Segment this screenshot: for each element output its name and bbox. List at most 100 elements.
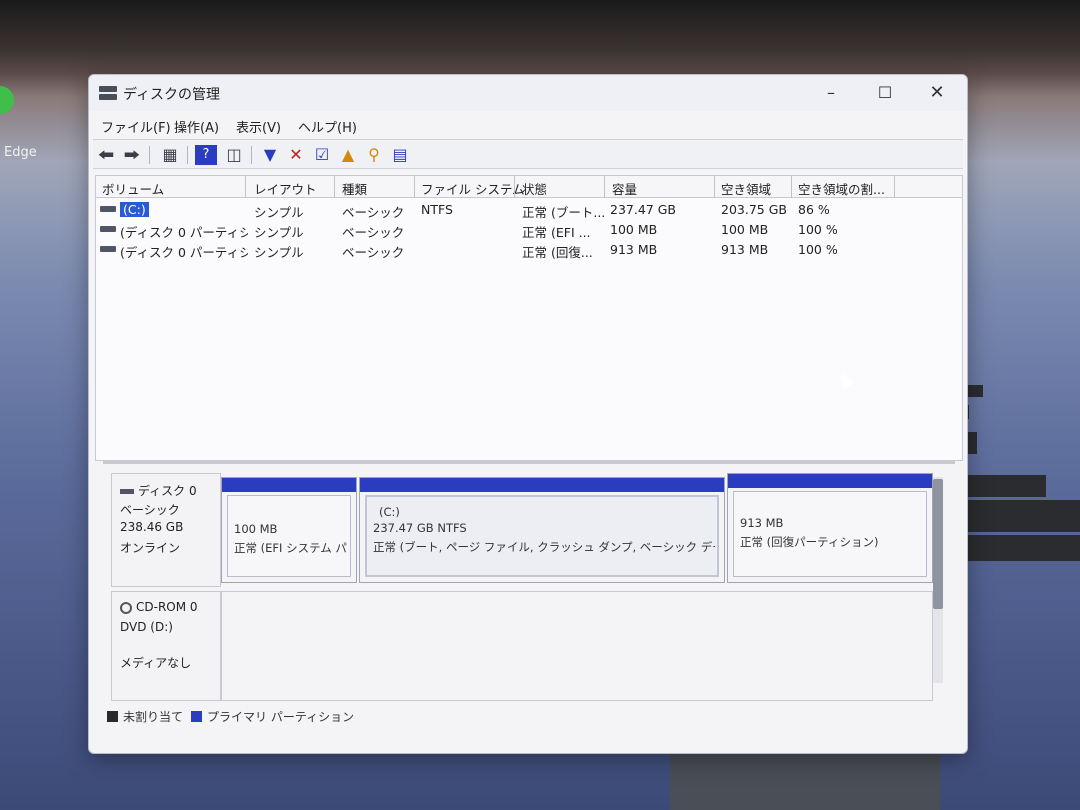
disk-0-label[interactable]: ディスク 0 ベーシック 238.46 GB オンライン — [111, 473, 221, 587]
volume-name: (ディスク 0 パーティショ... — [120, 245, 248, 260]
partition-size: 237.47 GB NTFS — [373, 521, 467, 535]
partition-bar — [360, 478, 724, 492]
column-layout[interactable]: レイアウト — [254, 179, 317, 198]
back-arrow-icon[interactable]: 🠰 — [95, 145, 117, 165]
menu-view[interactable]: 表示(V) — [236, 117, 281, 136]
volume-row[interactable]: (C:) シンプル ベーシック NTFS 正常 (ブート... 237.47 G… — [96, 200, 962, 220]
disk-name: ディスク 0 — [138, 484, 197, 498]
column-separator — [894, 176, 895, 198]
column-free-space[interactable]: 空き領域 — [721, 179, 771, 198]
disk-type: ベーシック — [120, 503, 180, 517]
volume-name: (ディスク 0 パーティショ... — [120, 225, 248, 240]
partition-efi[interactable]: 100 MB 正常 (EFI システム パー — [221, 477, 357, 583]
partition-bar — [728, 474, 932, 488]
help-icon[interactable]: ? — [195, 145, 217, 165]
settings-icon[interactable]: ▤ — [389, 145, 411, 165]
volume-row[interactable]: (ディスク 0 パーティショ... シンプル ベーシック 正常 (回復... 9… — [96, 240, 962, 260]
check-icon[interactable]: ☑ — [311, 145, 333, 165]
disk-status: オンライン — [120, 541, 181, 555]
menu-bar: ファイル(F) 操作(A) 表示(V) ヘルプ(H) — [89, 113, 967, 137]
title-bar[interactable]: ディスクの管理 – ☐ ✕ — [89, 75, 967, 111]
menu-file[interactable]: ファイル(F) — [101, 117, 171, 136]
volume-free-space: 203.75 GB — [721, 202, 787, 217]
column-type[interactable]: 種類 — [342, 179, 367, 198]
connect-icon[interactable]: ▼ — [259, 145, 281, 165]
legend: 未割り当て プライマリ パーティション — [107, 707, 507, 727]
partition-status: 正常 (EFI システム パー — [234, 541, 348, 555]
cdrom-status: メディアなし — [120, 656, 192, 670]
partition-c[interactable]: (C:) 237.47 GB NTFS 正常 (ブート, ページ ファイル, ク… — [359, 477, 725, 583]
volume-icon — [100, 246, 116, 252]
partition-title: (C:) — [379, 505, 400, 519]
disk-map-scroll-thumb[interactable] — [933, 479, 943, 609]
cdrom-name: CD-ROM 0 — [136, 600, 198, 614]
partition-body: 100 MB 正常 (EFI システム パー — [227, 495, 351, 577]
pane-splitter[interactable] — [103, 461, 955, 464]
volume-capacity: 100 MB — [610, 222, 658, 237]
volume-capacity: 913 MB — [610, 242, 658, 257]
volume-name: (C:) — [120, 202, 149, 217]
column-separator — [414, 176, 415, 198]
edge-desktop-label[interactable]: Edge — [4, 145, 37, 160]
cdrom-area[interactable] — [221, 591, 933, 701]
background-pier — [950, 500, 1080, 532]
search-icon[interactable]: ⚲ — [363, 145, 385, 165]
disk-size: 238.46 GB — [120, 520, 184, 534]
volume-free-space: 100 MB — [721, 222, 769, 237]
forward-arrow-icon[interactable]: 🠲 — [121, 145, 143, 165]
disk-management-icon — [99, 86, 117, 100]
column-volume[interactable]: ボリューム — [102, 179, 164, 198]
column-status[interactable]: 状態 — [522, 179, 547, 198]
edge-app-icon[interactable] — [0, 86, 14, 114]
legend-primary: プライマリ パーティション — [207, 710, 355, 724]
volume-type: ベーシック — [342, 225, 405, 240]
column-free-percent[interactable]: 空き領域の割... — [798, 179, 885, 198]
console-view-icon[interactable]: ◫ — [223, 145, 245, 165]
delete-icon[interactable]: ✕ — [285, 145, 307, 165]
partition-status: 正常 (ブート, ページ ファイル, クラッシュ ダンプ, ベーシック データ … — [373, 540, 715, 554]
column-separator — [791, 176, 792, 198]
toolbar: 🠰 🠲 ▦ ? ◫ ▼ ✕ ☑ ▲ ⚲ ▤ — [93, 139, 963, 169]
column-separator — [514, 176, 515, 198]
partition-body: 913 MB 正常 (回復パーティション) — [733, 491, 927, 577]
legend-swatch-unallocated — [107, 711, 118, 722]
volume-list: ボリューム レイアウト 種類 ファイル システム 状態 容量 空き領域 空き領域… — [95, 175, 963, 461]
menu-action[interactable]: 操作(A) — [174, 117, 219, 136]
minimize-button[interactable]: – — [815, 81, 847, 105]
toolbar-separator — [187, 146, 188, 164]
maximize-button[interactable]: ☐ — [869, 81, 901, 105]
import-icon[interactable]: ▲ — [337, 145, 359, 165]
volume-free-percent: 100 % — [798, 222, 838, 237]
volume-icon — [100, 206, 116, 212]
legend-swatch-primary — [191, 711, 202, 722]
background-pier — [670, 745, 940, 810]
partition-bar — [222, 478, 356, 492]
volume-free-space: 913 MB — [721, 242, 769, 257]
close-button[interactable]: ✕ — [921, 81, 953, 105]
partition-status: 正常 (回復パーティション) — [740, 535, 879, 549]
volume-list-header: ボリューム レイアウト 種類 ファイル システム 状態 容量 空き領域 空き領域… — [96, 176, 962, 198]
volume-free-percent: 86 % — [798, 202, 830, 217]
volume-layout: シンプル — [254, 225, 304, 240]
partition-recovery[interactable]: 913 MB 正常 (回復パーティション) — [727, 473, 933, 583]
volume-status: 正常 (回復... — [522, 245, 593, 260]
column-capacity[interactable]: 容量 — [612, 179, 637, 198]
volume-layout: シンプル — [254, 205, 304, 220]
cdrom-drive: DVD (D:) — [120, 620, 173, 634]
volume-status: 正常 (ブート... — [522, 205, 606, 220]
properties-grid-icon[interactable]: ▦ — [159, 145, 181, 165]
column-separator — [604, 176, 605, 198]
volume-capacity: 237.47 GB — [610, 202, 676, 217]
cdrom-0-label[interactable]: CD-ROM 0 DVD (D:) メディアなし — [111, 591, 221, 701]
volume-row[interactable]: (ディスク 0 パーティショ... シンプル ベーシック 正常 (EFI ...… — [96, 220, 962, 240]
column-separator — [334, 176, 335, 198]
column-separator — [714, 176, 715, 198]
column-filesystem[interactable]: ファイル システム — [421, 179, 525, 198]
column-separator — [245, 176, 246, 198]
volume-filesystem: NTFS — [421, 202, 453, 217]
menu-help[interactable]: ヘルプ(H) — [298, 117, 357, 136]
partition-size: 913 MB — [740, 516, 784, 530]
window-title: ディスクの管理 — [123, 87, 221, 103]
volume-free-percent: 100 % — [798, 242, 838, 257]
toolbar-separator — [149, 146, 150, 164]
